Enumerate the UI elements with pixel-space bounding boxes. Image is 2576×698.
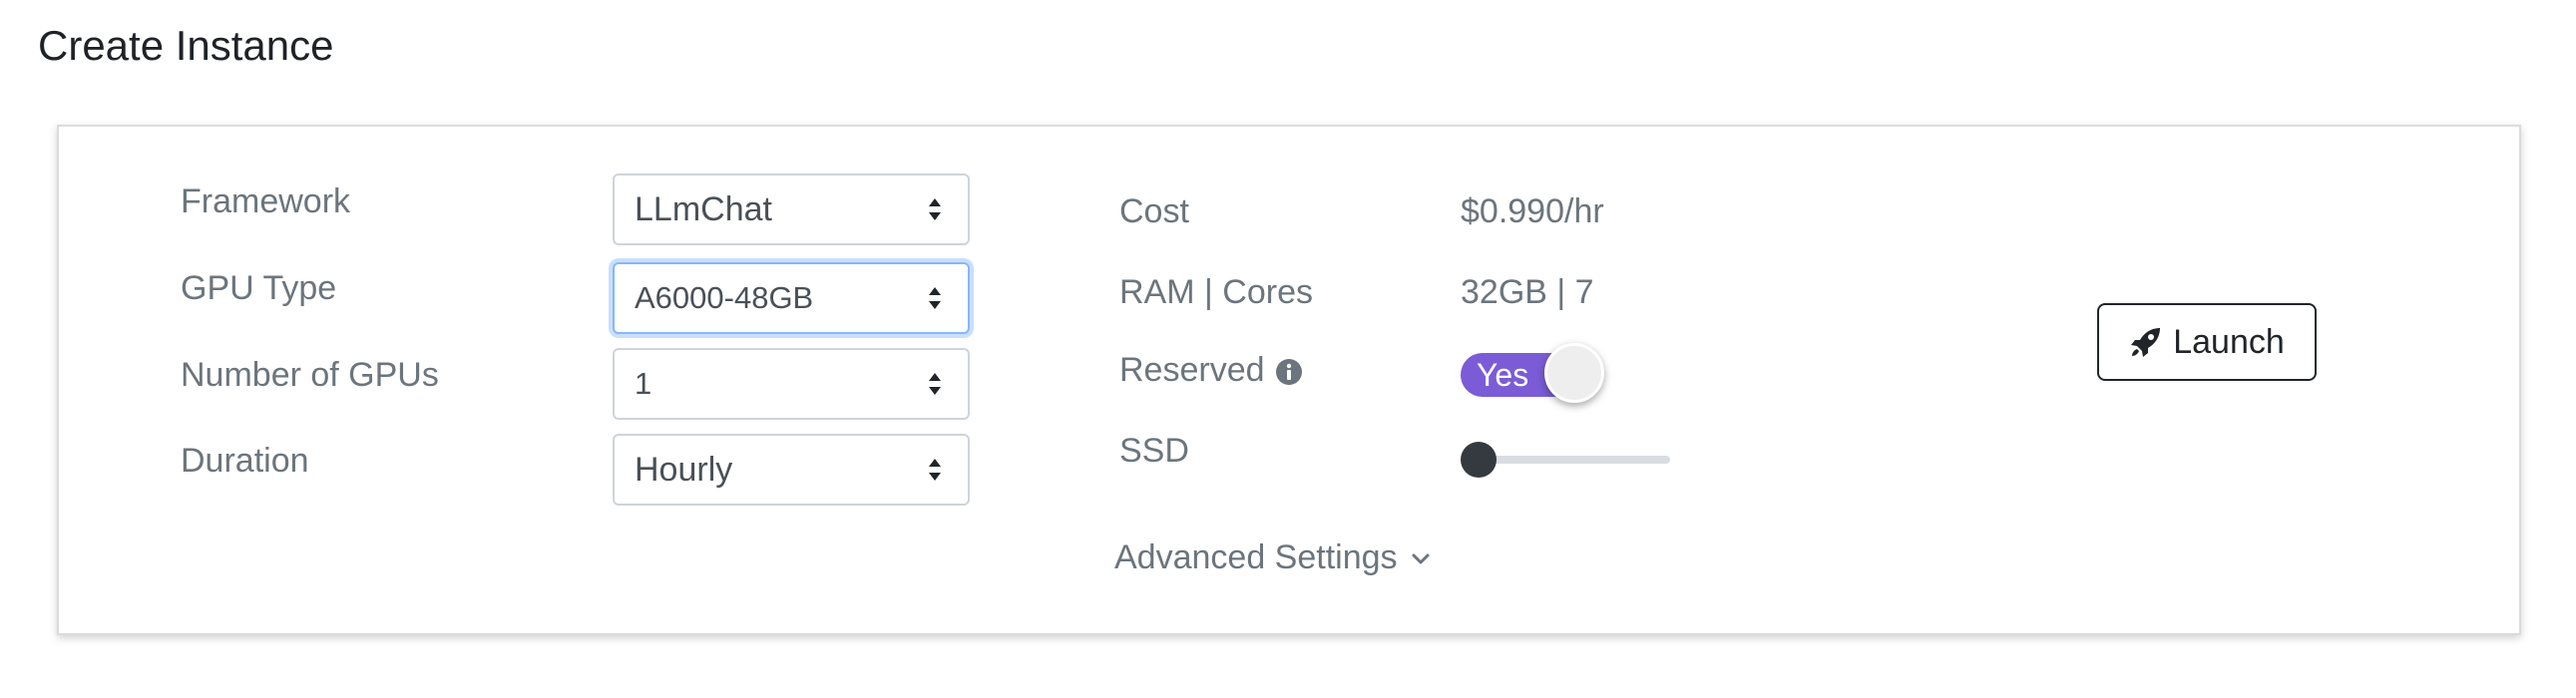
duration-select[interactable]: Hourly — [613, 434, 970, 506]
reserved-toggle[interactable]: Yes — [1461, 343, 1604, 403]
caret-up-down-icon — [929, 459, 941, 481]
caret-up-down-icon — [929, 198, 941, 220]
toggle-text: Yes — [1477, 357, 1529, 393]
gpu-type-select[interactable]: A6000-48GB — [613, 262, 970, 334]
ram-cores-value: 32GB | 7 — [1461, 273, 1594, 311]
duration-label: Duration — [181, 442, 309, 480]
num-gpus-select-value: 1 — [635, 366, 652, 401]
toggle-knob[interactable] — [1544, 343, 1604, 403]
reserved-label: Reserved — [1119, 350, 1303, 390]
gpu-type-select-value: A6000-48GB — [635, 280, 814, 315]
chevron-down-icon — [1412, 553, 1430, 564]
page-title: Create Instance — [38, 22, 334, 69]
framework-select[interactable]: LLmChat — [613, 174, 970, 245]
launch-button-label: Launch — [2173, 322, 2285, 361]
num-gpus-select[interactable]: 1 — [613, 348, 970, 420]
framework-select-value: LLmChat — [635, 190, 772, 228]
gpu-type-label: GPU Type — [181, 269, 337, 307]
advanced-settings-toggle[interactable]: Advanced Settings — [1114, 537, 1430, 577]
advanced-settings-label: Advanced Settings — [1114, 538, 1398, 576]
ram-cores-label: RAM | Cores — [1119, 273, 1313, 311]
duration-select-value: Hourly — [635, 451, 733, 489]
rocket-icon — [2131, 328, 2161, 357]
ssd-slider[interactable] — [1461, 442, 1670, 478]
caret-up-down-icon — [929, 373, 941, 395]
ssd-label: SSD — [1119, 432, 1189, 470]
framework-label: Framework — [181, 182, 351, 220]
create-instance-card: Framework LLmChat GPU Type A6000-48GB Nu… — [57, 125, 2521, 635]
slider-thumb[interactable] — [1461, 442, 1497, 478]
cost-label: Cost — [1119, 192, 1189, 230]
reserved-label-text: Reserved — [1119, 351, 1265, 389]
caret-up-down-icon — [929, 287, 941, 309]
cost-value: $0.990/hr — [1461, 192, 1604, 230]
info-icon[interactable] — [1275, 358, 1303, 386]
num-gpus-label: Number of GPUs — [181, 356, 439, 394]
launch-button[interactable]: Launch — [2097, 303, 2317, 381]
